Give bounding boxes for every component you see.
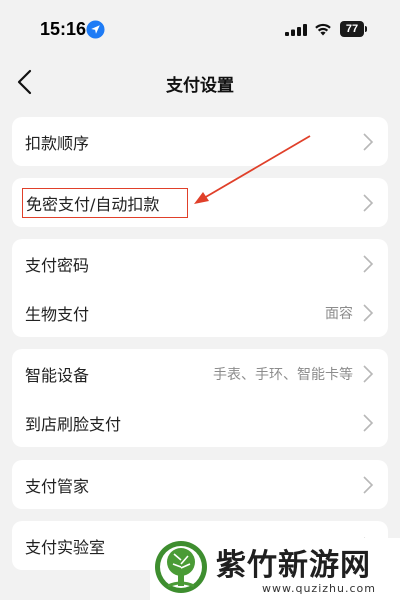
status-bar: 15:16 77 [0,0,400,56]
annotation-arrow-icon [194,135,311,204]
tree-logo-icon [155,541,207,593]
row-smart-devices[interactable]: 智能设备 手表、手环、智能卡等 [12,349,388,398]
location-arrow-icon [86,20,105,39]
watermark-site-name: 紫竹新游网 [216,548,371,583]
battery-tip [365,26,367,32]
row-label: 生物支付 [25,304,90,324]
row-label: 扣款顺序 [25,133,90,153]
chevron-right-icon [363,255,374,273]
settings-group-devices: 智能设备 手表、手环、智能卡等 到店刷脸支付 [12,349,388,447]
watermark: 紫竹新游网 www.quzizhu.com [150,538,400,600]
chevron-right-icon [363,365,374,383]
row-label: 支付管家 [25,476,90,496]
battery-icon: 77 [340,21,368,37]
status-time: 15:16 [40,19,87,39]
chevron-right-icon [363,304,374,322]
page-title: 支付设置 [166,76,234,96]
chevron-right-icon [363,194,374,212]
chevron-right-icon [363,133,374,151]
nav-bar: 支付设置 [0,58,400,106]
battery-level: 77 [340,21,364,37]
row-value: 面容 [325,305,353,322]
row-face-pay[interactable]: 到店刷脸支付 [12,398,388,447]
row-label: 免密支付/自动扣款 [26,194,160,214]
cellular-signal-icon [285,24,307,36]
row-biometric-pay[interactable]: 生物支付 面容 [12,288,388,337]
row-label: 支付密码 [25,255,90,275]
wifi-icon [315,23,331,36]
row-label: 到店刷脸支付 [25,414,122,434]
row-label: 支付实验室 [25,537,106,557]
settings-group-butler: 支付管家 [12,460,388,509]
row-value: 手表、手环、智能卡等 [213,366,353,383]
watermark-url: www.quzizhu.com [262,582,376,595]
settings-group-security: 支付密码 生物支付 面容 [12,239,388,337]
row-label: 智能设备 [25,365,90,385]
row-payment-butler[interactable]: 支付管家 [12,460,388,509]
row-payment-password[interactable]: 支付密码 [12,239,388,288]
chevron-right-icon [363,476,374,494]
chevron-right-icon [363,414,374,432]
